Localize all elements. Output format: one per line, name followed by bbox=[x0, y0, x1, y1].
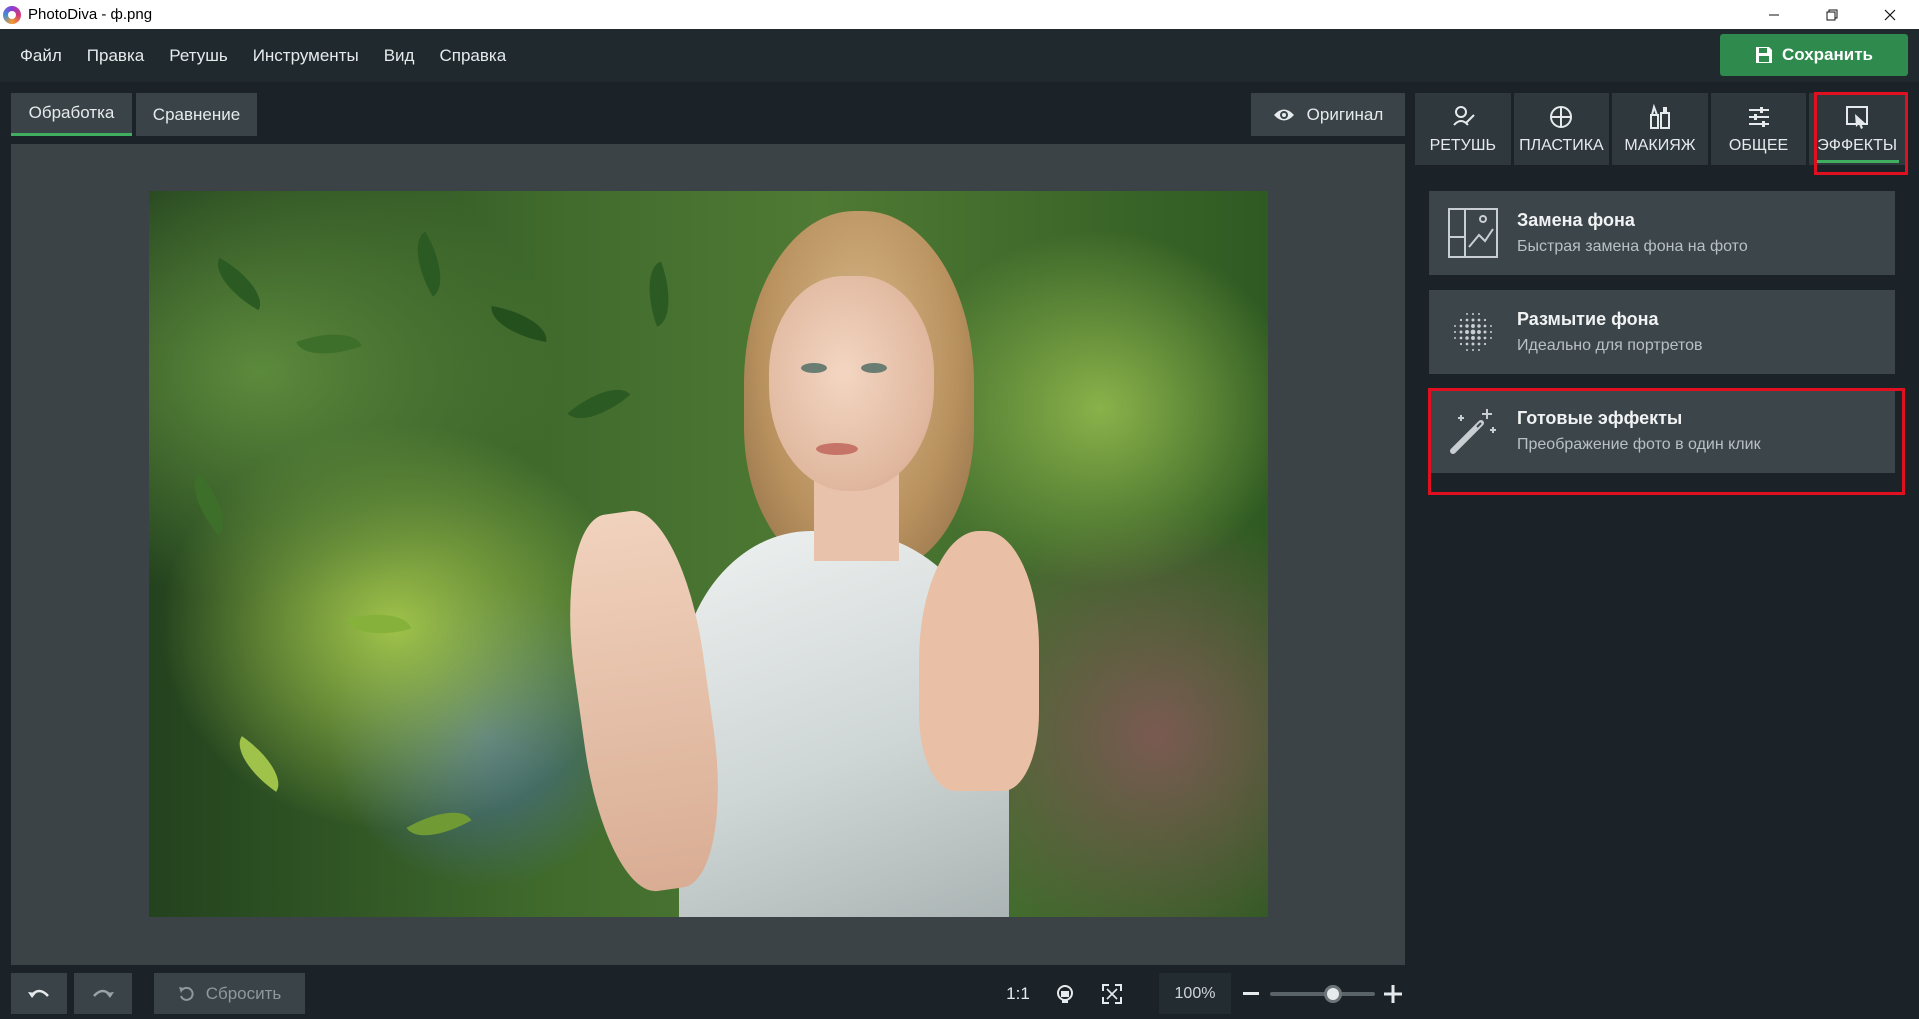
menu-view[interactable]: Вид bbox=[381, 42, 418, 70]
zoom-slider[interactable] bbox=[1270, 992, 1375, 996]
window-title: PhotoDiva - ф.png bbox=[28, 6, 153, 23]
title-bar: PhotoDiva - ф.png bbox=[0, 0, 1919, 29]
bg-replace-icon bbox=[1429, 191, 1517, 275]
save-button[interactable]: Сохранить bbox=[1720, 34, 1908, 76]
undo-icon bbox=[28, 989, 49, 998]
app-logo-icon bbox=[3, 5, 21, 24]
tab-makeup-label: МАКИЯЖ bbox=[1624, 137, 1696, 154]
tab-plastic[interactable]: ПЛАСТИКА bbox=[1513, 93, 1610, 165]
restore-icon bbox=[1826, 9, 1838, 20]
tab-plastic-label: ПЛАСТИКА bbox=[1519, 137, 1604, 154]
restore-button[interactable] bbox=[1803, 0, 1861, 29]
menu-retouch[interactable]: Ретушь bbox=[166, 42, 230, 70]
fit-face-button[interactable] bbox=[1053, 983, 1077, 1005]
effect-card-bg-replace[interactable]: Замена фона Быстрая замена фона на фото bbox=[1429, 191, 1895, 275]
menu-help[interactable]: Справка bbox=[436, 42, 509, 70]
image-canvas[interactable] bbox=[11, 144, 1405, 965]
bg-blur-icon bbox=[1429, 290, 1517, 374]
photo-preview[interactable] bbox=[149, 191, 1268, 917]
close-button[interactable] bbox=[1861, 0, 1919, 29]
zoom-value[interactable]: 100% bbox=[1159, 973, 1231, 1014]
minimize-icon bbox=[1769, 14, 1779, 15]
retouch-icon bbox=[1453, 106, 1475, 126]
tab-compare[interactable]: Сравнение bbox=[136, 93, 257, 136]
original-label: Оригинал bbox=[1306, 104, 1384, 124]
reset-icon bbox=[178, 986, 194, 1001]
tab-retouch[interactable]: РЕТУШЬ bbox=[1415, 93, 1511, 165]
zoom-in-button[interactable] bbox=[1382, 983, 1404, 1005]
tab-makeup[interactable]: МАКИЯЖ bbox=[1612, 93, 1708, 165]
menu-tools[interactable]: Инструменты bbox=[250, 42, 362, 70]
redo-icon bbox=[93, 989, 114, 998]
menu-bar: Файл Правка Ретушь Инструменты Вид Справ… bbox=[0, 29, 1919, 82]
effect-subtitle: Идеально для портретов bbox=[1517, 337, 1703, 354]
original-button[interactable]: Оригинал bbox=[1251, 93, 1405, 136]
zoom-slider-thumb[interactable] bbox=[1324, 985, 1342, 1003]
minimize-button[interactable] bbox=[1745, 0, 1803, 29]
one-to-one-button[interactable]: 1:1 bbox=[1004, 983, 1032, 1005]
tab-general[interactable]: ОБЩЕЕ bbox=[1710, 93, 1807, 165]
tab-processing[interactable]: Обработка bbox=[11, 93, 132, 136]
reset-button[interactable]: Сбросить bbox=[154, 973, 305, 1014]
makeup-icon bbox=[1649, 103, 1670, 129]
fullscreen-icon bbox=[1102, 984, 1122, 1004]
tab-retouch-label: РЕТУШЬ bbox=[1429, 137, 1497, 154]
reset-label: Сбросить bbox=[205, 983, 282, 1003]
sliders-icon bbox=[1748, 107, 1769, 127]
eye-icon bbox=[1273, 109, 1294, 120]
effect-subtitle: Быстрая замена фона на фото bbox=[1517, 238, 1748, 255]
menu-file[interactable]: Файл bbox=[17, 42, 65, 70]
effect-title: Размытие фона bbox=[1517, 309, 1659, 329]
effect-card-bg-blur[interactable]: Размытие фона Идеально для портретов bbox=[1429, 290, 1895, 374]
plus-icon bbox=[1384, 985, 1402, 1003]
undo-button[interactable] bbox=[11, 973, 67, 1014]
fullscreen-button[interactable] bbox=[1100, 983, 1124, 1005]
redo-button[interactable] bbox=[74, 973, 132, 1014]
target-icon bbox=[1550, 106, 1573, 128]
menu-edit[interactable]: Правка bbox=[84, 42, 147, 70]
zoom-out-button[interactable] bbox=[1241, 983, 1261, 1005]
minus-icon bbox=[1243, 992, 1259, 995]
save-label: Сохранить bbox=[1781, 45, 1874, 64]
effect-title: Замена фона bbox=[1517, 210, 1635, 230]
effects-tab-highlight bbox=[1814, 92, 1908, 175]
close-icon bbox=[1884, 9, 1896, 20]
window-controls bbox=[1745, 0, 1919, 29]
presets-card-highlight bbox=[1428, 388, 1905, 495]
floppy-disk-icon bbox=[1755, 47, 1772, 63]
face-fit-icon bbox=[1057, 985, 1073, 1003]
tab-general-label: ОБЩЕЕ bbox=[1728, 137, 1789, 154]
